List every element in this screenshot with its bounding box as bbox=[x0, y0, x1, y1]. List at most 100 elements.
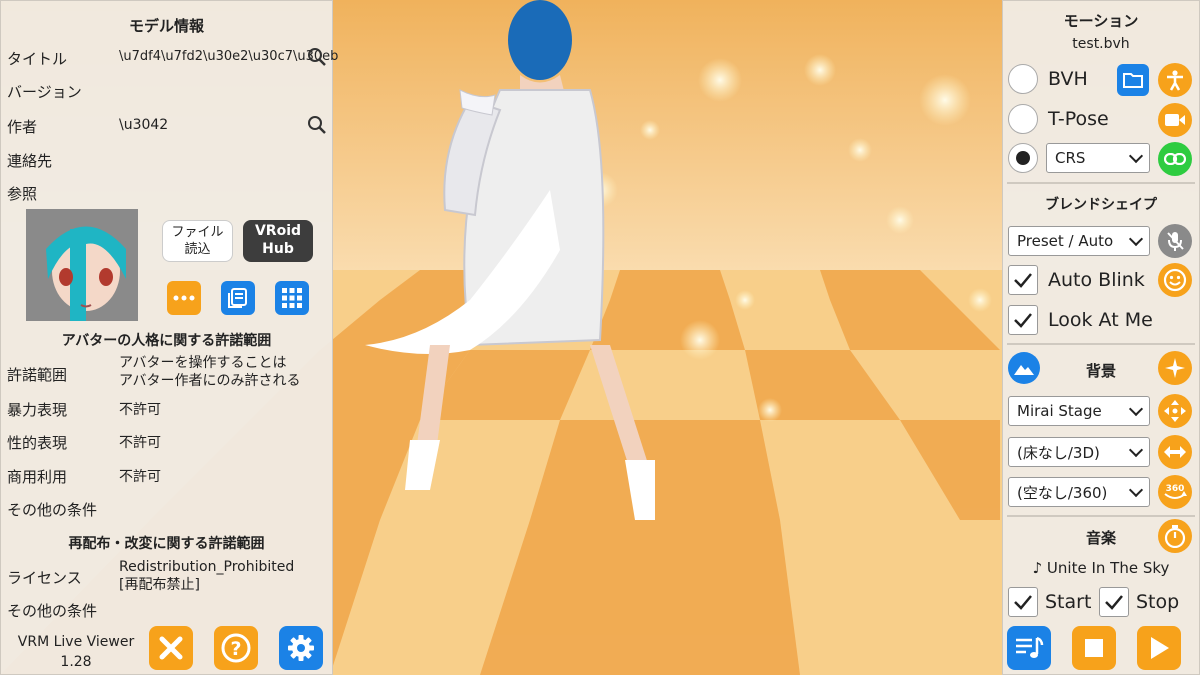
chevron-down-icon bbox=[1128, 148, 1144, 163]
permission-scope-label: 許諾範囲 bbox=[7, 366, 68, 384]
effects-button[interactable] bbox=[1158, 351, 1192, 385]
document-button[interactable] bbox=[221, 281, 255, 315]
start-checkbox[interactable] bbox=[1008, 587, 1038, 617]
check-icon bbox=[1014, 595, 1032, 610]
divider bbox=[1007, 515, 1195, 517]
author-value: \u3042 bbox=[119, 117, 169, 133]
stop-checkbox[interactable] bbox=[1099, 587, 1129, 617]
tpose-radio[interactable] bbox=[1008, 104, 1038, 134]
check-icon bbox=[1014, 273, 1032, 288]
look-at-me-label: Look At Me bbox=[1048, 309, 1153, 331]
motion-file: test.bvh bbox=[1072, 36, 1130, 52]
version-label: バージョン bbox=[7, 83, 82, 101]
link-button[interactable] bbox=[1158, 142, 1192, 176]
check-icon bbox=[1014, 313, 1032, 328]
divider bbox=[1007, 343, 1195, 345]
grid-button[interactable] bbox=[275, 281, 309, 315]
title-label: タイトル bbox=[7, 50, 68, 68]
svg-text:360: 360 bbox=[1166, 484, 1185, 494]
app-version: 1.28 bbox=[60, 654, 92, 670]
sexual-label: 性的表現 bbox=[7, 434, 68, 452]
violence-value: 不許可 bbox=[119, 402, 161, 418]
open-folder-button[interactable] bbox=[1117, 64, 1149, 96]
redistribution-section-title: 再配布・改変に関する許諾範囲 bbox=[68, 536, 265, 552]
folder-icon bbox=[1123, 73, 1143, 88]
svg-text:?: ? bbox=[230, 638, 241, 660]
look-at-me-checkbox[interactable] bbox=[1008, 305, 1038, 335]
document-icon bbox=[228, 288, 247, 308]
bvh-radio[interactable] bbox=[1008, 64, 1038, 94]
floor-select-value: (床なし/3D) bbox=[1017, 443, 1100, 462]
stage-select-value: Mirai Stage bbox=[1017, 402, 1102, 420]
other-conditions-label: その他の条件 bbox=[7, 501, 98, 519]
floor-select[interactable]: (床なし/3D) bbox=[1008, 437, 1150, 467]
play-button[interactable] bbox=[1137, 626, 1181, 670]
violence-label: 暴力表現 bbox=[7, 401, 68, 419]
start-label: Start bbox=[1045, 591, 1092, 613]
app-info: VRM Live Viewer 1.28 bbox=[7, 632, 145, 672]
chevron-down-icon bbox=[1128, 231, 1144, 246]
search-icon[interactable] bbox=[307, 47, 327, 67]
auto-blink-checkbox[interactable] bbox=[1008, 265, 1038, 295]
sky-select[interactable]: (空なし/360) bbox=[1008, 477, 1150, 507]
move-button[interactable] bbox=[1158, 394, 1192, 428]
video-icon bbox=[1165, 114, 1185, 126]
sparkle-icon bbox=[1165, 358, 1185, 378]
more-button[interactable] bbox=[167, 281, 201, 315]
smiley-icon bbox=[1163, 268, 1187, 292]
license-label: ライセンス bbox=[7, 569, 82, 587]
divider bbox=[1007, 182, 1195, 184]
avatar-thumbnail bbox=[26, 209, 138, 321]
track-name: ♪ Unite In The Sky bbox=[1032, 559, 1170, 577]
motion-select[interactable]: CRS bbox=[1046, 143, 1150, 173]
bvh-label: BVH bbox=[1048, 68, 1088, 90]
mic-button[interactable] bbox=[1158, 224, 1192, 258]
commercial-value: 不許可 bbox=[119, 469, 161, 485]
control-panel: モーション test.bvh BVH T-Pose CRS ブレンドシェイプ P… bbox=[1002, 0, 1200, 675]
file-load-button[interactable]: ファイル 読込 bbox=[162, 220, 233, 262]
blendshape-select[interactable]: Preset / Auto bbox=[1008, 226, 1150, 256]
chevron-down-icon bbox=[1128, 482, 1144, 497]
stop-button[interactable] bbox=[1072, 626, 1116, 670]
contact-label: 連絡先 bbox=[7, 152, 53, 170]
title-value: \u7df4\u7fd2\u30e2\u30c7\u30eb bbox=[119, 49, 339, 64]
blendshape-title: ブレンドシェイプ bbox=[1045, 197, 1157, 213]
redistribution-other-label: その他の条件 bbox=[7, 602, 98, 620]
stop-label: Stop bbox=[1136, 591, 1180, 613]
mic-off-icon bbox=[1167, 232, 1184, 251]
rotate-360-button[interactable]: 360 bbox=[1158, 475, 1192, 509]
timer-button[interactable] bbox=[1158, 519, 1192, 553]
blendshape-select-value: Preset / Auto bbox=[1017, 232, 1114, 250]
face-button[interactable] bbox=[1158, 263, 1192, 297]
playlist-icon bbox=[1016, 636, 1044, 658]
check-icon bbox=[1105, 595, 1123, 610]
panel-title: モデル情報 bbox=[128, 17, 204, 35]
tpose-label: T-Pose bbox=[1048, 108, 1109, 130]
search-icon[interactable] bbox=[307, 115, 327, 135]
more-icon bbox=[173, 295, 195, 301]
personality-section-title: アバターの人格に関する許諾範囲 bbox=[61, 333, 272, 349]
author-label: 作者 bbox=[7, 118, 38, 136]
grid-icon bbox=[282, 288, 302, 308]
chevron-down-icon bbox=[1128, 442, 1144, 457]
app-name: VRM Live Viewer bbox=[17, 634, 135, 650]
help-button[interactable]: ? bbox=[214, 626, 258, 670]
horizontal-button[interactable] bbox=[1158, 435, 1192, 469]
close-button[interactable] bbox=[149, 626, 193, 670]
gear-icon bbox=[288, 635, 314, 661]
horizontal-arrows-icon bbox=[1164, 446, 1186, 458]
help-icon: ? bbox=[221, 633, 251, 663]
motion-title: モーション bbox=[1063, 12, 1139, 30]
avatar-pose-button[interactable] bbox=[1158, 63, 1192, 97]
stop-icon bbox=[1085, 639, 1103, 657]
vroid-hub-button[interactable]: VRoid Hub bbox=[243, 220, 313, 262]
camera-button[interactable] bbox=[1158, 103, 1192, 137]
settings-button[interactable] bbox=[279, 626, 323, 670]
crs-radio[interactable] bbox=[1008, 143, 1038, 173]
playlist-button[interactable] bbox=[1007, 626, 1051, 670]
stage-select[interactable]: Mirai Stage bbox=[1008, 396, 1150, 426]
link-icon bbox=[1164, 153, 1186, 165]
close-icon bbox=[159, 636, 183, 660]
chevron-down-icon bbox=[1128, 401, 1144, 416]
commercial-label: 商用利用 bbox=[7, 468, 68, 486]
